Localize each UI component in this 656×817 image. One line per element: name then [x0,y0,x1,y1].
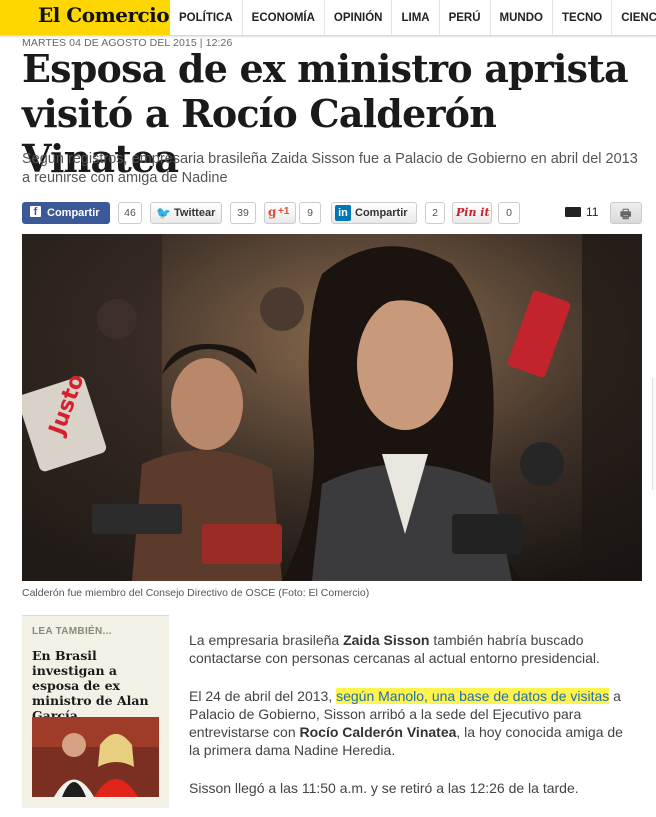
facebook-share-label: Compartir [47,207,100,219]
comments-count: 11 [586,205,599,219]
facebook-icon: f [30,206,41,218]
couple-photo [32,717,159,797]
google-plus-count: 9 [299,202,321,224]
linkedin-share-button[interactable]: in Compartir [331,202,417,224]
nav-politica[interactable]: POLÍTICA [170,0,242,35]
twitter-bird-icon: 🐦 [156,206,171,220]
bold-name: Zaida Sisson [343,632,430,648]
bold-name: Rocío Calderón Vinatea [299,724,457,740]
twitter-count: 39 [230,202,256,224]
twitter-share-button[interactable]: 🐦 Twittear [150,202,222,224]
logo-text: El Comercio [38,3,170,27]
related-article-title[interactable]: En Brasil investigan a esposa de ex mini… [32,648,162,723]
article-paragraph: Sisson llegó a las 11:50 a.m. y se retir… [189,780,579,796]
linkedin-share-label: Compartir [355,207,408,219]
facebook-share-button[interactable]: f Compartir [22,202,110,224]
related-label: LEA TAMBIÉN... [32,626,112,637]
share-bar: f Compartir 46 🐦 Twittear 39 g +1 9 in C… [22,202,642,226]
article-photo: Justo [22,234,642,581]
google-plus-icon: g [268,205,277,219]
manolo-database-link[interactable]: según Manolo, una base de datos de visit… [336,688,610,704]
nav-ciencias[interactable]: CIENCIAS [611,0,656,35]
comment-bubble-icon [565,207,581,217]
linkedin-icon: in [335,205,351,221]
press-scrum-photo: Justo [22,234,642,581]
scroll-edge-panel [652,378,656,490]
top-navigation-bar: El Comercio POLÍTICA ECONOMÍA OPINIÓN LI… [0,0,656,36]
related-article-box[interactable]: LEA TAMBIÉN... En Brasil investigan a es… [22,615,169,808]
nav-tecno[interactable]: TECNO [552,0,611,35]
nav-economia[interactable]: ECONOMÍA [241,0,324,35]
paragraph-text: El 24 de abril del 2013, [189,688,337,704]
article-body: La empresaria brasileña Zaida Sisson tam… [189,631,629,817]
photo-caption: Calderón fue miembro del Consejo Directi… [22,587,370,599]
pinterest-button[interactable]: Pin it [452,202,492,224]
comments-link[interactable]: 11 [565,204,605,222]
paragraph-text: La empresaria brasileña [189,632,344,648]
section-nav: POLÍTICA ECONOMÍA OPINIÓN LIMA PERÚ MUND… [170,0,656,35]
google-plus-button[interactable]: g +1 [264,202,296,224]
related-article-thumbnail[interactable] [32,717,159,797]
pinterest-label: Pin it [456,206,490,219]
article-paragraph: El 24 de abril del 2013, según Manolo, u… [189,687,629,759]
nav-lima[interactable]: LIMA [391,0,438,35]
nav-mundo[interactable]: MUNDO [489,0,552,35]
pinterest-count: 0 [498,202,520,224]
linkedin-count: 2 [425,202,445,224]
article-subtitle: Según registros, empresaria brasileña Za… [22,151,638,186]
nav-opinion[interactable]: OPINIÓN [323,0,392,35]
nav-peru[interactable]: PERÚ [438,0,490,35]
twitter-share-label: Twittear [174,207,216,219]
facebook-count: 46 [118,202,142,224]
article-paragraph: La empresaria brasileña Zaida Sisson tam… [189,631,629,667]
print-button[interactable]: 🖶 [610,202,642,224]
printer-icon: 🖶 [620,207,632,221]
google-plus-label: +1 [278,206,290,217]
site-logo[interactable]: El Comercio [0,0,170,35]
